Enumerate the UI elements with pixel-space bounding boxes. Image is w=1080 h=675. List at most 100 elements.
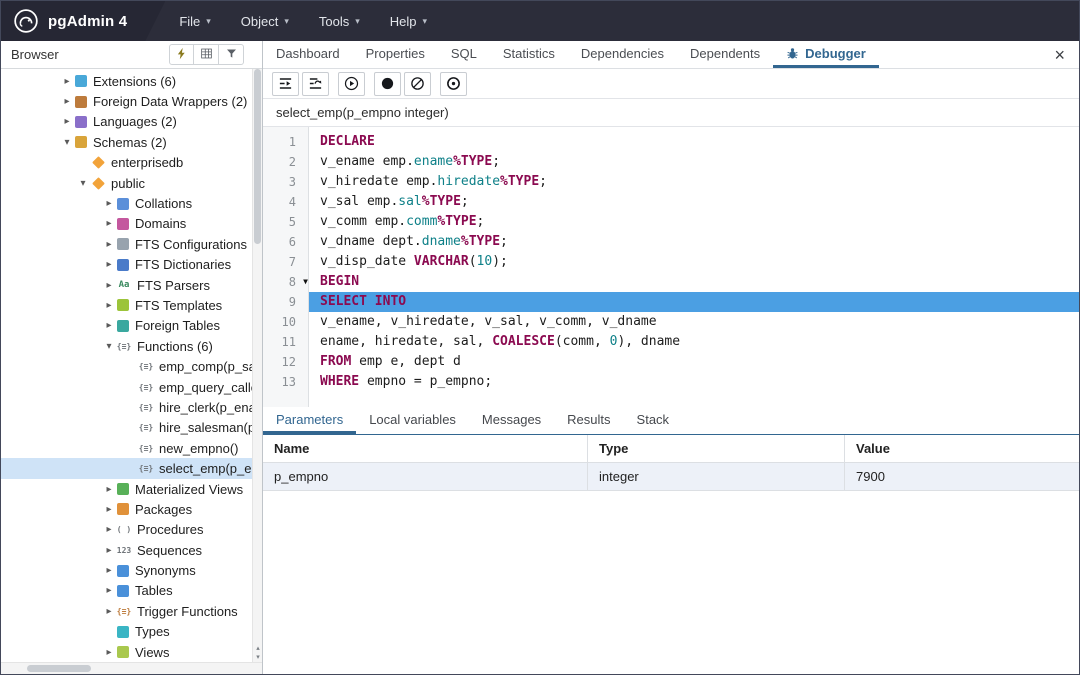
menu-help[interactable]: Help▾ xyxy=(390,14,427,29)
chevron-down-icon[interactable]: ▾ xyxy=(59,137,75,148)
code-line-10: 10v_ename, v_hiredate, v_sal, v_comm, v_… xyxy=(263,312,1079,332)
tree-item-new-empno[interactable]: {≡}new_empno() xyxy=(1,438,262,458)
line-number[interactable]: 13 xyxy=(263,372,309,392)
tab-dependencies[interactable]: Dependencies xyxy=(568,41,677,68)
tree-item-fts-configurations[interactable]: ▸FTS Configurations xyxy=(1,234,262,254)
line-number[interactable]: 2 xyxy=(263,152,309,172)
chevron-right-icon[interactable]: ▸ xyxy=(101,504,117,515)
close-icon[interactable]: × xyxy=(1054,46,1065,64)
chevron-right-icon[interactable]: ▸ xyxy=(101,545,117,556)
step-into-button[interactable] xyxy=(272,72,299,96)
tab-label: SQL xyxy=(451,46,477,61)
step-over-button[interactable] xyxy=(302,72,329,96)
chevron-right-icon[interactable]: ▸ xyxy=(101,320,117,331)
stop-button[interactable] xyxy=(440,72,467,96)
tree-item-domains[interactable]: ▸Domains xyxy=(1,214,262,234)
tree-item-packages[interactable]: ▸Packages xyxy=(1,499,262,519)
tree-item-functions-6[interactable]: ▾{≡}Functions (6) xyxy=(1,336,262,356)
function-icon: {≡} xyxy=(139,422,153,434)
tree-item-collations[interactable]: ▸ Collations xyxy=(1,193,262,213)
tree-item-emp-query-calle[interactable]: {≡}emp_query_calle xyxy=(1,377,262,397)
chevron-right-icon[interactable]: ▸ xyxy=(101,524,117,535)
chevron-right-icon[interactable]: ▸ xyxy=(101,565,117,576)
tree-item-select-emp-p-en[interactable]: {≡}select_emp(p_en xyxy=(1,458,262,478)
tree-item-foreign-data-wrappers-2[interactable]: ▸Foreign Data Wrappers (2) xyxy=(1,91,262,111)
chevron-right-icon[interactable]: ▸ xyxy=(101,585,117,596)
tree-item-tables[interactable]: ▸Tables xyxy=(1,581,262,601)
line-number[interactable]: 11 xyxy=(263,332,309,352)
chevron-down-icon[interactable]: ▾ xyxy=(75,178,91,189)
tree-item-trigger-functions[interactable]: ▸{≡}Trigger Functions xyxy=(1,601,262,621)
chevron-right-icon[interactable]: ▸ xyxy=(101,218,117,229)
chevron-right-icon[interactable]: ▸ xyxy=(101,300,117,311)
panel-tab-parameters[interactable]: Parameters xyxy=(263,407,356,434)
chevron-right-icon[interactable]: ▸ xyxy=(101,606,117,617)
panel-tab-messages[interactable]: Messages xyxy=(469,407,554,434)
tree-item-foreign-tables[interactable]: ▸Foreign Tables xyxy=(1,316,262,336)
chevron-right-icon[interactable]: ▸ xyxy=(101,280,117,291)
menu-file[interactable]: File▾ xyxy=(179,14,210,29)
chevron-right-icon[interactable]: ▸ xyxy=(59,96,75,107)
horizontal-scrollbar[interactable] xyxy=(1,662,262,674)
tree-item-hire-salesman-p[interactable]: {≡}hire_salesman(p xyxy=(1,418,262,438)
tree-item-hire-clerk-p-enar[interactable]: {≡}hire_clerk(p_enar xyxy=(1,397,262,417)
line-number[interactable]: 3 xyxy=(263,172,309,192)
line-number[interactable]: 7 xyxy=(263,252,309,272)
grid-button[interactable] xyxy=(194,44,219,65)
panel-tab-results[interactable]: Results xyxy=(554,407,623,434)
tree-item-public[interactable]: ▾public xyxy=(1,173,262,193)
tree-item-enterprisedb[interactable]: enterprisedb xyxy=(1,153,262,173)
horizontal-scrollbar-thumb[interactable] xyxy=(27,665,91,672)
tree-item-fts-templates[interactable]: ▸FTS Templates xyxy=(1,295,262,315)
chevron-right-icon[interactable]: ▸ xyxy=(101,647,117,658)
tree-item-fts-dictionaries[interactable]: ▸FTS Dictionaries xyxy=(1,255,262,275)
tree-item-languages-2[interactable]: ▸Languages (2) xyxy=(1,112,262,132)
tree-item-synonyms[interactable]: ▸Synonyms xyxy=(1,560,262,580)
clear-breakpoints-button[interactable] xyxy=(404,72,431,96)
panel-tab-stack[interactable]: Stack xyxy=(624,407,683,434)
tree-item-emp-comp-p-sa[interactable]: {≡}emp_comp(p_sa xyxy=(1,356,262,376)
vertical-scrollbar-thumb[interactable] xyxy=(254,69,261,244)
toggle-breakpoint-button[interactable] xyxy=(374,72,401,96)
panel-tab-local-variables[interactable]: Local variables xyxy=(356,407,469,434)
tree-item-views[interactable]: ▸Views xyxy=(1,642,262,662)
chevron-down-icon[interactable]: ▾ xyxy=(101,341,117,352)
line-number[interactable]: 1 xyxy=(263,132,309,152)
line-number[interactable]: 5 xyxy=(263,212,309,232)
chevron-right-icon[interactable]: ▸ xyxy=(59,76,75,87)
vertical-scrollbar[interactable]: ▴▾ xyxy=(252,69,262,662)
line-number[interactable]: 4 xyxy=(263,192,309,212)
tree-item-procedures[interactable]: ▸( )Procedures xyxy=(1,520,262,540)
tab-sql[interactable]: SQL xyxy=(438,41,490,68)
menu-object[interactable]: Object▾ xyxy=(241,14,289,29)
tab-dashboard[interactable]: Dashboard xyxy=(263,41,353,68)
scroll-up-icon[interactable]: ▴ xyxy=(253,644,262,652)
menu-tools[interactable]: Tools▾ xyxy=(319,14,360,29)
scroll-down-icon[interactable]: ▾ xyxy=(253,653,262,661)
line-number[interactable]: 12 xyxy=(263,352,309,372)
chevron-right-icon[interactable]: ▸ xyxy=(101,484,117,495)
tree-item-schemas-2[interactable]: ▾Schemas (2) xyxy=(1,132,262,152)
tree-item-fts-parsers[interactable]: ▸AaFTS Parsers xyxy=(1,275,262,295)
tab-properties[interactable]: Properties xyxy=(353,41,438,68)
continue-button[interactable] xyxy=(338,72,365,96)
filter-button[interactable] xyxy=(219,44,244,65)
tree-item-sequences[interactable]: ▸123Sequences xyxy=(1,540,262,560)
line-number[interactable]: 6 xyxy=(263,232,309,252)
query-tool-button[interactable] xyxy=(169,44,194,65)
chevron-right-icon[interactable]: ▸ xyxy=(101,239,117,250)
line-number[interactable]: 8▼ xyxy=(263,272,309,292)
tab-statistics[interactable]: Statistics xyxy=(490,41,568,68)
chevron-right-icon[interactable]: ▸ xyxy=(59,116,75,127)
tree-item-types[interactable]: Types xyxy=(1,622,262,642)
tree-item-extensions-6[interactable]: ▸Extensions (6) xyxy=(1,71,262,91)
line-number[interactable]: 9 xyxy=(263,292,309,312)
tab-debugger[interactable]: Debugger xyxy=(773,41,879,68)
chevron-right-icon[interactable]: ▸ xyxy=(101,198,117,209)
breakpoint-icon xyxy=(446,76,461,91)
tree-item-label: Collations xyxy=(135,196,192,211)
tab-dependents[interactable]: Dependents xyxy=(677,41,773,68)
chevron-right-icon[interactable]: ▸ xyxy=(101,259,117,270)
line-number[interactable]: 10 xyxy=(263,312,309,332)
tree-item-materialized-views[interactable]: ▸Materialized Views xyxy=(1,479,262,499)
